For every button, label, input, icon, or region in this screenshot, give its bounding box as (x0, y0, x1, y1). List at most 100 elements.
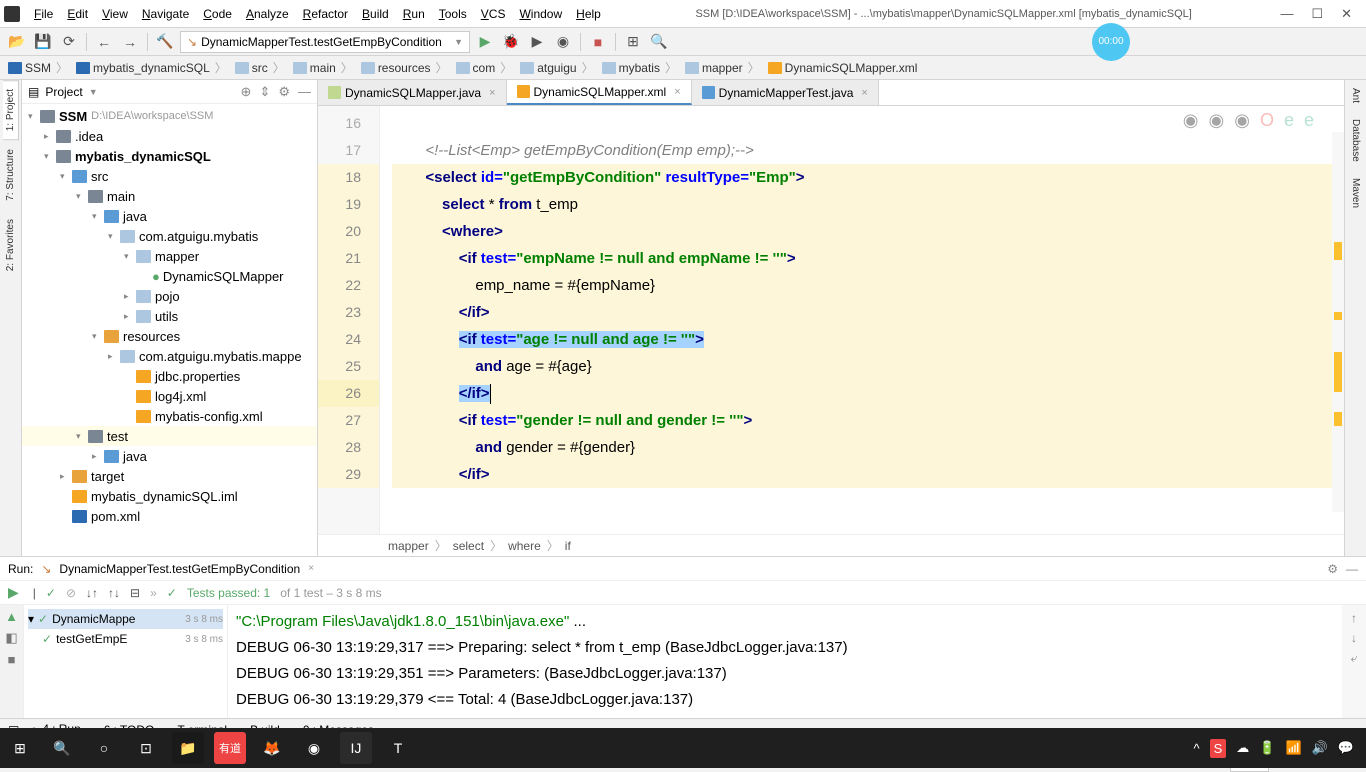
editor-tab[interactable]: DynamicSQLMapper.java× (318, 80, 507, 105)
run-config-selector[interactable]: ↘ DynamicMapperTest.testGetEmpByConditio… (180, 31, 470, 53)
tree-node[interactable]: log4j.xml (22, 386, 317, 406)
menu-code[interactable]: Code (197, 5, 238, 23)
editor-tab[interactable]: DynamicMapperTest.java× (692, 80, 879, 105)
breadcrumb-item[interactable]: atguigu〉 (518, 59, 595, 76)
menu-navigate[interactable]: Navigate (136, 5, 195, 23)
open-icon[interactable]: 📂 (6, 31, 28, 53)
wrap-icon[interactable]: ⤶ (1351, 651, 1358, 666)
menu-build[interactable]: Build (356, 5, 395, 23)
back-icon[interactable]: ← (93, 31, 115, 53)
tree-node[interactable]: mybatis_dynamicSQL.iml (22, 486, 317, 506)
forward-icon[interactable]: → (119, 31, 141, 53)
debug-icon[interactable]: 🐞 (500, 31, 522, 53)
menu-vcs[interactable]: VCS (475, 5, 512, 23)
expand-icon[interactable]: ⊟ (130, 586, 140, 600)
start-icon[interactable]: ⊞ (4, 732, 36, 764)
structure-icon[interactable]: ⊞ (622, 31, 644, 53)
run-test-tree[interactable]: ▾✓DynamicMappe3 s 8 ms✓testGetEmpE3 s 8 … (24, 605, 228, 718)
tree-node[interactable]: ▾main (22, 186, 317, 206)
opera-icon[interactable]: O (1260, 110, 1274, 131)
chrome-taskbar-icon[interactable]: ◉ (298, 732, 330, 764)
firefox-icon[interactable]: ◉ (1209, 110, 1225, 131)
menu-file[interactable]: File (28, 5, 59, 23)
volume-icon[interactable]: 🔊 (1312, 740, 1328, 756)
rerun-icon[interactable]: ▶ (8, 584, 19, 601)
collapse-icon[interactable]: ⇕ (259, 84, 270, 100)
test-node[interactable]: ✓testGetEmpE3 s 8 ms (28, 629, 223, 649)
tree-node[interactable]: ▾mapper (22, 246, 317, 266)
tree-root[interactable]: ▾ SSM D:\IDEA\workspace\SSM (22, 106, 317, 126)
refresh-icon[interactable]: ⟳ (58, 31, 80, 53)
tree-node[interactable]: pom.xml (22, 506, 317, 526)
gear-icon[interactable]: ⚙ (1327, 562, 1338, 576)
fail-icon[interactable]: ⊘ (66, 586, 76, 600)
ime-icon[interactable]: S (1210, 739, 1227, 758)
tree-node[interactable]: ▸.idea (22, 126, 317, 146)
locate-icon[interactable]: ⊕ (241, 84, 252, 100)
breadcrumb-item[interactable]: resources〉 (359, 59, 450, 76)
menu-analyze[interactable]: Analyze (240, 5, 295, 23)
cloud-icon[interactable]: ☁ (1236, 740, 1249, 756)
minimize-button[interactable]: — (1280, 6, 1293, 22)
hide-icon[interactable]: — (1346, 562, 1358, 576)
search-icon[interactable]: 🔍 (46, 732, 78, 764)
menu-help[interactable]: Help (570, 5, 607, 23)
debug2-icon[interactable]: ◧ (5, 630, 17, 646)
tree-node[interactable]: ●DynamicSQLMapper (22, 266, 317, 286)
tree-node[interactable]: ▸com.atguigu.mybatis.mappe (22, 346, 317, 366)
tree-node[interactable]: ▾resources (22, 326, 317, 346)
hide-icon[interactable]: — (298, 84, 311, 100)
editor-crumb-item[interactable]: where (508, 539, 541, 553)
tree-node[interactable]: ▸target (22, 466, 317, 486)
tree-node[interactable]: jdbc.properties (22, 366, 317, 386)
breadcrumb-item[interactable]: com〉 (454, 59, 515, 76)
chrome-icon[interactable]: ◉ (1183, 110, 1199, 131)
stop2-icon[interactable]: ■ (8, 652, 16, 667)
scroll-down-icon[interactable]: ↓ (1351, 631, 1357, 645)
breadcrumb-item[interactable]: src〉 (233, 59, 287, 76)
breadcrumb-item[interactable]: SSM〉 (6, 59, 70, 76)
maximize-button[interactable]: ☐ (1311, 6, 1323, 22)
tree-node[interactable]: ▾java (22, 206, 317, 226)
firefox-taskbar-icon[interactable]: 🦊 (256, 732, 288, 764)
stop-icon[interactable]: ■ (587, 31, 609, 53)
tree-node[interactable]: ▾com.atguigu.mybatis (22, 226, 317, 246)
profile-icon[interactable]: ◉ (552, 31, 574, 53)
tree-node[interactable]: ▸utils (22, 306, 317, 326)
intellij-taskbar-icon[interactable]: IJ (340, 732, 372, 764)
tree-node[interactable]: mybatis-config.xml (22, 406, 317, 426)
menu-refactor[interactable]: Refactor (297, 5, 354, 23)
app1-icon[interactable]: 有道 (214, 732, 246, 764)
tree-node[interactable]: ▸java (22, 446, 317, 466)
editor-crumb-item[interactable]: select (453, 539, 484, 553)
explorer-icon[interactable]: 📁 (172, 732, 204, 764)
tree-node[interactable]: ▾mybatis_dynamicSQL (22, 146, 317, 166)
cortana-icon[interactable]: ○ (88, 732, 120, 764)
project-tree[interactable]: ▾ SSM D:\IDEA\workspace\SSM ▸.idea▾mybat… (22, 104, 317, 556)
left-tab-project[interactable]: 1: Project (3, 80, 19, 140)
notifications-icon[interactable]: 💬 (1338, 740, 1354, 756)
menu-view[interactable]: View (96, 5, 134, 23)
wifi-icon[interactable]: 📶 (1285, 740, 1301, 756)
menu-edit[interactable]: Edit (61, 5, 94, 23)
tree-node[interactable]: ▸pojo (22, 286, 317, 306)
breadcrumb-item[interactable]: mybatis_dynamicSQL〉 (74, 59, 229, 76)
run-console[interactable]: "C:\Program Files\Java\jdk1.8.0_151\bin\… (228, 605, 1342, 718)
test-node[interactable]: ▾✓DynamicMappe3 s 8 ms (28, 609, 223, 629)
right-tab-ant[interactable]: Ant (1348, 80, 1363, 111)
pass-icon[interactable]: ✓ (46, 586, 56, 600)
sort-icon[interactable]: ↓↑ (86, 586, 98, 600)
right-tab-maven[interactable]: Maven (1348, 170, 1363, 216)
scroll-up-icon[interactable]: ↑ (1351, 611, 1357, 625)
gear-icon[interactable]: ⚙ (278, 84, 290, 100)
search-icon[interactable]: 🔍 (648, 31, 670, 53)
pass-indicator-icon[interactable]: ▲ (5, 609, 18, 624)
ie-icon[interactable]: e (1284, 110, 1294, 131)
app2-icon[interactable]: T (382, 732, 414, 764)
taskview-icon[interactable]: ⊡ (130, 732, 162, 764)
build-icon[interactable]: 🔨 (154, 31, 176, 53)
menu-tools[interactable]: Tools (433, 5, 473, 23)
editor-crumb-item[interactable]: mapper (388, 539, 429, 553)
sort2-icon[interactable]: ↑↓ (108, 586, 120, 600)
tree-node[interactable]: ▾test (22, 426, 317, 446)
